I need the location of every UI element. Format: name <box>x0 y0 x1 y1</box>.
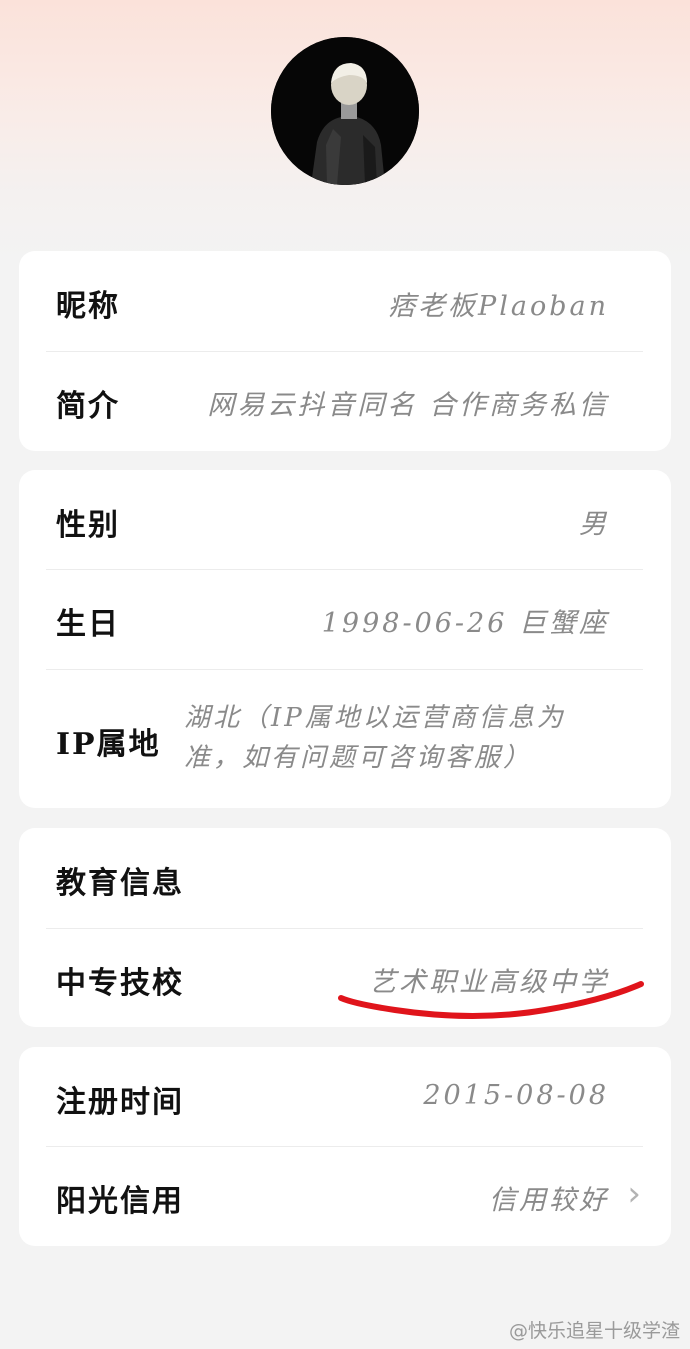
ip-location-line-2: 准，如有问题可咨询客服） <box>184 743 533 773</box>
gender-value: 男 <box>579 509 609 540</box>
gender-row[interactable]: 性别 男 <box>19 470 671 569</box>
watermark: @快乐追星十级学渣 <box>508 1320 680 1342</box>
ip-location-line-1: 湖北（IP属地以运营商信息为 <box>184 703 566 733</box>
bio-value: 网易云抖音同名 合作商务私信 <box>207 390 609 421</box>
details-card: 性别 男 生日 1998-06-26 巨蟹座 IP属地 湖北（IP属地以运营商信… <box>19 470 671 808</box>
gender-label: 性别 <box>56 508 120 543</box>
nickname-value: 痞老板Plaoban <box>388 291 609 322</box>
nickname-row[interactable]: 昵称 痞老板Plaoban <box>19 251 671 351</box>
education-header-row: 教育信息 <box>19 828 671 928</box>
avatar[interactable] <box>271 37 419 185</box>
register-time-value: 2015-08-08 <box>423 1080 609 1111</box>
account-card: 注册时间 2015-08-08 阳光信用 信用较好 › <box>19 1047 671 1246</box>
ip-location-label: IP属地 <box>56 727 161 762</box>
nickname-label: 昵称 <box>56 289 120 324</box>
birthday-label: 生日 <box>56 607 120 642</box>
bio-label: 简介 <box>56 389 120 424</box>
school-label: 中专技校 <box>56 966 184 1001</box>
register-time-row[interactable]: 注册时间 2015-08-08 <box>19 1047 671 1146</box>
bio-row[interactable]: 简介 网易云抖音同名 合作商务私信 <box>19 351 671 451</box>
register-time-label: 注册时间 <box>56 1085 184 1120</box>
credit-value: 信用较好 <box>489 1185 609 1216</box>
profile-card: 昵称 痞老板Plaoban 简介 网易云抖音同名 合作商务私信 <box>19 251 671 451</box>
chevron-right-icon[interactable]: › <box>627 1174 641 1214</box>
credit-label: 阳光信用 <box>56 1184 184 1219</box>
birthday-row[interactable]: 生日 1998-06-26 巨蟹座 <box>19 569 671 669</box>
birthday-value: 1998-06-26 巨蟹座 <box>321 608 609 639</box>
ip-location-row[interactable]: IP属地 湖北（IP属地以运营商信息为 准，如有问题可咨询客服） <box>19 669 671 808</box>
credit-row[interactable]: 阳光信用 信用较好 › <box>19 1146 671 1246</box>
avatar-image <box>271 37 419 185</box>
red-underline-annotation <box>338 981 644 1019</box>
ip-location-value: 湖北（IP属地以运营商信息为 准，如有问题可咨询客服） <box>184 698 604 778</box>
education-section-label: 教育信息 <box>56 866 184 901</box>
